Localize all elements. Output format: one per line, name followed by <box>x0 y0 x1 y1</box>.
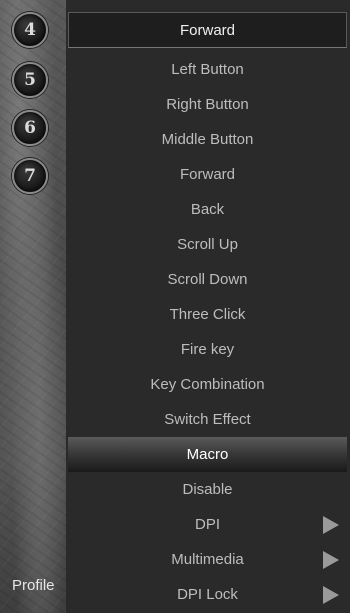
menu-item-three-click[interactable]: Three Click <box>68 297 347 332</box>
menu-item-dpi-lock[interactable]: DPI Lock <box>68 577 347 612</box>
menu-item-label: Right Button <box>166 96 249 113</box>
menu-item-label: Forward <box>179 166 235 183</box>
profile-label[interactable]: Profile <box>12 577 55 594</box>
button-5-badge[interactable]: 5 <box>12 62 48 98</box>
menu-item-label: Macro <box>186 446 229 463</box>
menu-item-label: Multimedia <box>171 551 244 568</box>
menu-item-label: Back <box>190 201 225 218</box>
submenu-arrow-icon <box>323 550 339 569</box>
menu-item-multimedia[interactable]: Multimedia <box>68 542 347 577</box>
menu-item-label: Scroll Up <box>177 236 238 253</box>
submenu-arrow-icon <box>323 585 339 604</box>
submenu-arrow-icon <box>323 515 339 534</box>
menu-item-macro[interactable]: Macro <box>68 437 347 472</box>
menu-item-label: Disable <box>182 481 233 498</box>
menu-item-label: Switch Effect <box>164 411 251 428</box>
menu-item-label: DPI <box>194 516 220 533</box>
menu-item-left-button[interactable]: Left Button <box>68 52 347 87</box>
button-4-badge[interactable]: 4 <box>12 12 48 48</box>
menu-item-switch-effect[interactable]: Switch Effect <box>68 402 347 437</box>
menu-item-forward[interactable]: Forward <box>68 157 347 192</box>
menu-item-scroll-up[interactable]: Scroll Up <box>68 227 347 262</box>
menu-item-back[interactable]: Back <box>68 192 347 227</box>
menu-item-label: Key Combination <box>150 376 265 393</box>
button-7-badge[interactable]: 7 <box>12 158 48 194</box>
sidebar: 4 5 6 7 Profile <box>0 0 66 613</box>
menu-item-label: DPI Lock <box>177 586 238 603</box>
menu-item-key-combination[interactable]: Key Combination <box>68 367 347 402</box>
menu-item-right-button[interactable]: Right Button <box>68 87 347 122</box>
current-assignment-header[interactable]: Forward <box>68 12 347 48</box>
menu-item-dpi[interactable]: DPI <box>68 507 347 542</box>
menu-item-label: Middle Button <box>161 131 254 148</box>
menu-item-fire-key[interactable]: Fire key <box>68 332 347 367</box>
menu-item-disable[interactable]: Disable <box>68 472 347 507</box>
button-6-badge[interactable]: 6 <box>12 110 48 146</box>
menu-item-middle-button[interactable]: Middle Button <box>68 122 347 157</box>
menu-item-label: Fire key <box>180 341 235 358</box>
menu-item-label: Left Button <box>171 61 244 78</box>
menu-item-scroll-down[interactable]: Scroll Down <box>68 262 347 297</box>
menu-item-label: Three Click <box>169 306 246 323</box>
function-dropdown-list: Left Button Right Button Middle Button F… <box>68 52 347 613</box>
menu-item-label: Scroll Down <box>167 271 248 288</box>
